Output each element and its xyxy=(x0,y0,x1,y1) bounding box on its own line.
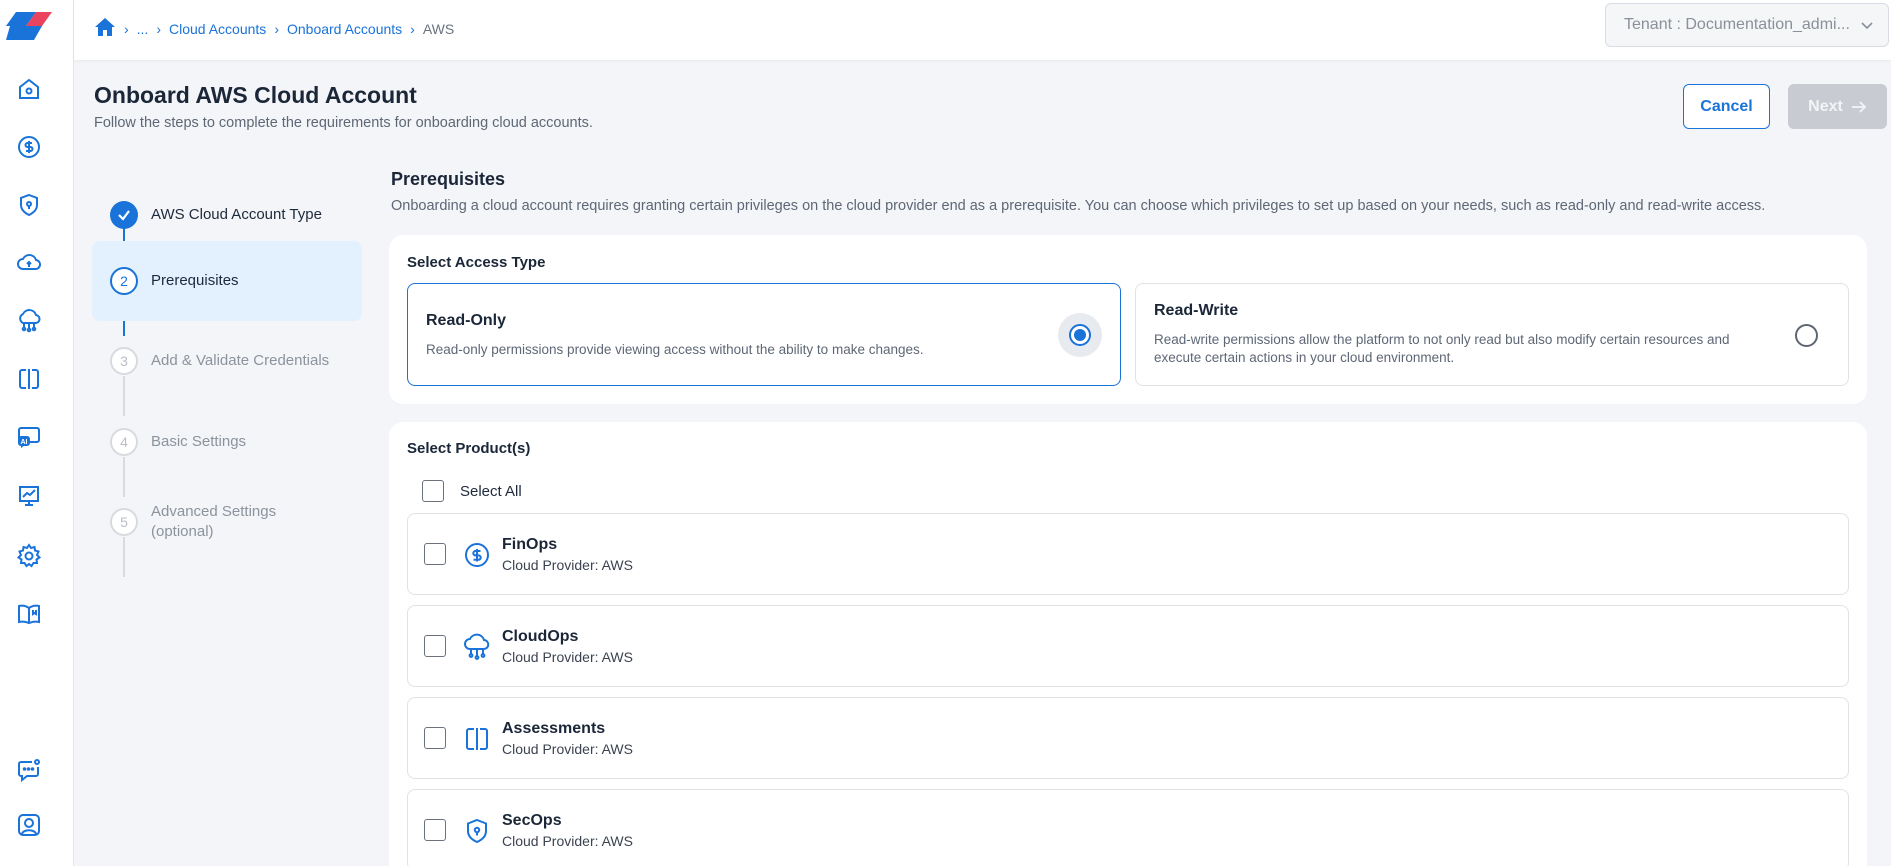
next-button[interactable]: Next xyxy=(1788,84,1887,129)
product-name: CloudOps xyxy=(502,628,579,645)
page-title: Onboard AWS Cloud Account xyxy=(94,82,417,108)
step-add-validate-credentials[interactable]: 3 Add & Validate Credentials xyxy=(92,321,362,401)
settings-gear-icon[interactable] xyxy=(13,540,45,572)
access-option-read-only[interactable]: Read-Only Read-only permissions provide … xyxy=(407,283,1121,386)
product-provider: Cloud Provider: AWS xyxy=(502,741,633,757)
access-option-title: Read-Write xyxy=(1154,302,1239,319)
feedback-chat-icon[interactable] xyxy=(13,754,45,786)
top-bar: › ... › Cloud Accounts › Onboard Account… xyxy=(74,0,1891,60)
step-basic-settings[interactable]: 4 Basic Settings xyxy=(92,402,362,482)
chevron-down-icon xyxy=(1861,22,1873,30)
next-button-label: Next xyxy=(1808,97,1843,115)
step-number: 5 xyxy=(110,508,138,536)
chevron-right-icon: › xyxy=(274,20,279,37)
arrow-right-icon xyxy=(1851,100,1867,113)
product-name: Assessments xyxy=(502,720,606,737)
radio-unselected[interactable] xyxy=(1795,324,1818,347)
step-label: Prerequisites xyxy=(151,272,239,289)
cancel-button[interactable]: Cancel xyxy=(1683,84,1770,129)
checkbox[interactable] xyxy=(424,819,446,841)
step-label: Add & Validate Credentials xyxy=(151,352,330,369)
product-cloudops[interactable]: CloudOps Cloud Provider: AWS xyxy=(407,605,1849,687)
products-card: Select Product(s) Select All FinOps Clou… xyxy=(389,422,1867,866)
home-icon[interactable] xyxy=(94,16,116,41)
step-number: 4 xyxy=(110,428,138,456)
product-provider: Cloud Provider: AWS xyxy=(502,833,633,849)
secops-shield-icon[interactable] xyxy=(13,189,45,221)
tenant-select[interactable]: Tenant : Documentation_admi... xyxy=(1605,3,1889,47)
checkbox[interactable] xyxy=(424,727,446,749)
product-finops[interactable]: FinOps Cloud Provider: AWS xyxy=(407,513,1849,595)
assessments-icon[interactable] xyxy=(13,363,45,395)
step-number: 2 xyxy=(110,267,138,295)
product-name: SecOps xyxy=(502,812,562,829)
shield-icon xyxy=(467,818,487,844)
section-title: Prerequisites xyxy=(391,169,506,189)
cloudops-network-icon[interactable] xyxy=(13,305,45,337)
product-provider: Cloud Provider: AWS xyxy=(502,557,633,573)
product-name: FinOps xyxy=(502,536,558,553)
documentation-book-icon[interactable] xyxy=(13,598,45,630)
access-option-title: Read-Only xyxy=(426,312,507,329)
chevron-right-icon: › xyxy=(410,20,415,37)
app-logo[interactable] xyxy=(6,10,54,42)
check-icon xyxy=(110,201,138,229)
products-label: Select Product(s) xyxy=(407,440,531,457)
access-type-card: Select Access Type Read-Only Read-only p… xyxy=(389,235,1867,404)
svg-text:AI: AI xyxy=(21,439,28,446)
left-nav-rail: AI xyxy=(0,0,74,866)
step-prerequisites[interactable]: 2 Prerequisites xyxy=(92,241,362,321)
access-option-read-write[interactable]: Read-Write Read-write permissions allow … xyxy=(1135,283,1849,386)
ai-chat-icon[interactable]: AI xyxy=(13,421,45,453)
assessment-icon xyxy=(466,728,488,750)
step-label: AWS Cloud Account Type xyxy=(151,206,322,223)
breadcrumb-onboard-accounts[interactable]: Onboard Accounts xyxy=(287,21,402,37)
access-option-description: Read-only permissions provide viewing ac… xyxy=(426,342,924,357)
select-all-checkbox[interactable]: Select All xyxy=(422,480,522,502)
step-number: 3 xyxy=(110,347,138,375)
breadcrumb-current: AWS xyxy=(422,20,455,37)
page-subtitle: Follow the steps to complete the require… xyxy=(94,115,593,131)
product-provider: Cloud Provider: AWS xyxy=(502,649,633,665)
cloud-upload-icon[interactable] xyxy=(13,247,45,279)
reports-chart-icon[interactable] xyxy=(13,480,45,512)
access-type-label: Select Access Type xyxy=(407,254,546,271)
access-option-description: Read-write permissions allow the platfor… xyxy=(1154,332,1730,365)
home-icon[interactable] xyxy=(13,73,45,105)
breadcrumb: › ... › Cloud Accounts › Onboard Account… xyxy=(94,16,454,41)
radio-selected[interactable] xyxy=(1058,313,1102,357)
user-profile-icon[interactable] xyxy=(13,809,45,841)
step-label: Basic Settings xyxy=(151,433,247,450)
section-description: Onboarding a cloud account requires gran… xyxy=(391,198,1766,214)
checkbox[interactable] xyxy=(424,635,446,657)
cloud-network-icon xyxy=(464,633,490,660)
checkbox[interactable] xyxy=(422,480,444,502)
breadcrumb-cloud-accounts[interactable]: Cloud Accounts xyxy=(169,21,266,37)
finops-dollar-icon[interactable] xyxy=(13,131,45,163)
breadcrumb-ellipsis[interactable]: ... xyxy=(137,21,149,37)
product-secops[interactable]: SecOps Cloud Provider: AWS xyxy=(407,789,1849,866)
step-label: Advanced Settings (optional) xyxy=(151,503,277,540)
dollar-circle-icon xyxy=(465,543,489,567)
chevron-right-icon: › xyxy=(156,20,162,37)
select-all-label: Select All xyxy=(460,482,522,500)
step-advanced-settings[interactable]: 5 Advanced Settings (optional) xyxy=(92,482,362,562)
tenant-label: Tenant : Documentation_admi... xyxy=(1624,16,1850,33)
chevron-right-icon: › xyxy=(124,20,129,37)
product-assessments[interactable]: Assessments Cloud Provider: AWS xyxy=(407,697,1849,779)
checkbox[interactable] xyxy=(424,543,446,565)
